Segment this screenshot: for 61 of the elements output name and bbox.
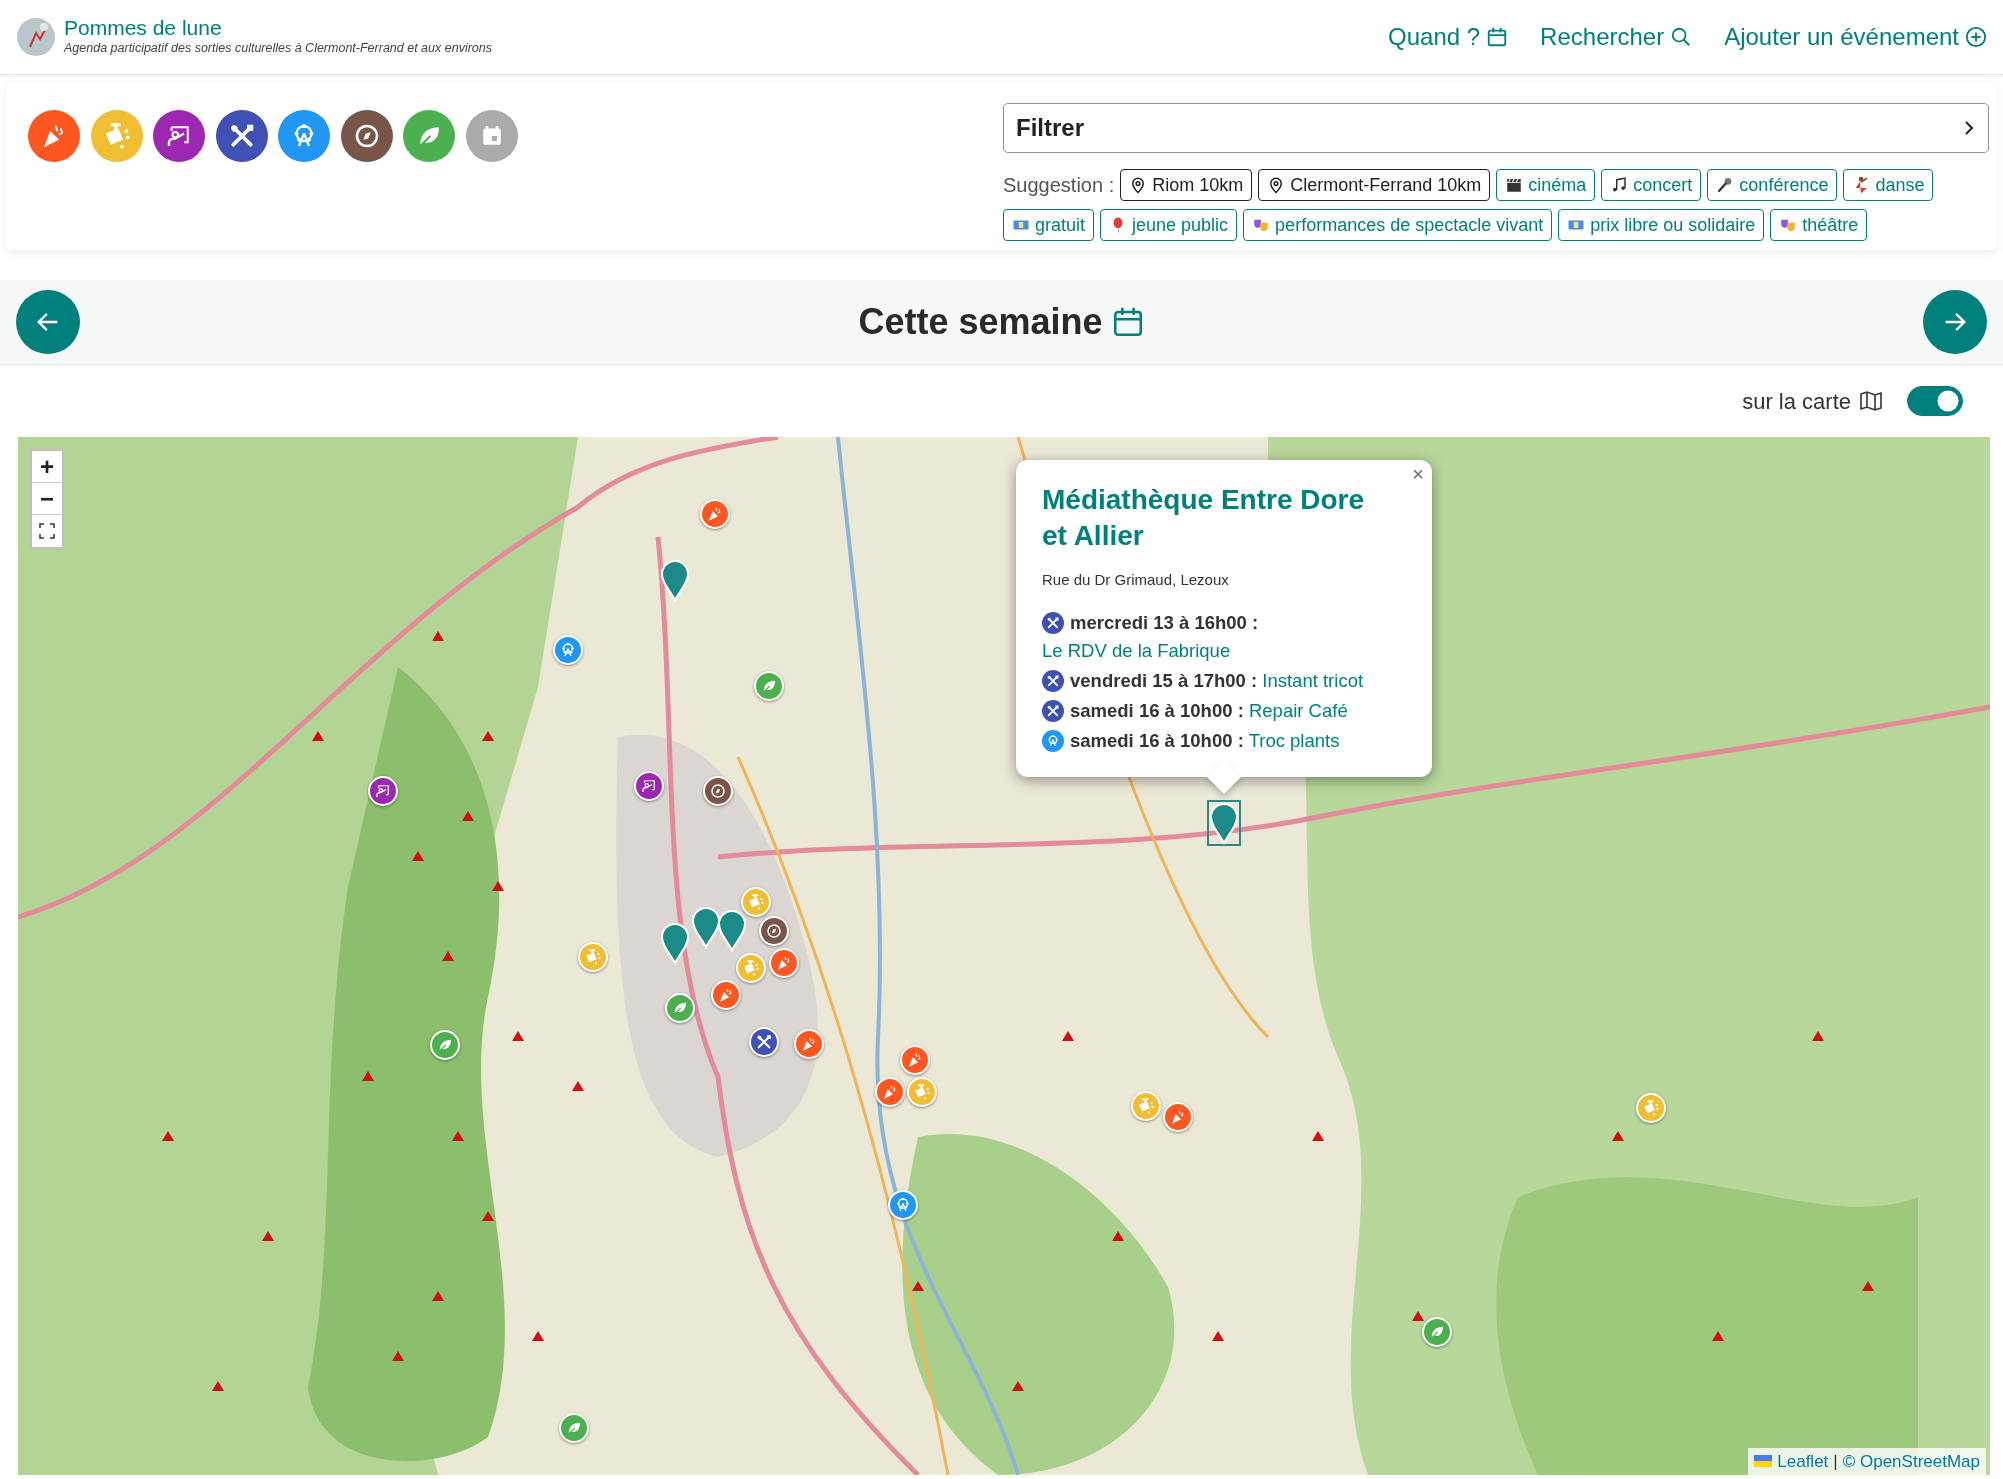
- music-note-icon: [1610, 176, 1629, 194]
- site-title[interactable]: Pommes de lune: [64, 16, 492, 40]
- map-pin[interactable]: [715, 907, 749, 953]
- openstreetmap-link[interactable]: © OpenStreetMap: [1842, 1448, 1980, 1474]
- tag-chip[interactable]: danse: [1843, 169, 1934, 201]
- nav-link[interactable]: Ajouter un événement: [1724, 19, 1987, 55]
- paint-bucket-icon: [913, 1083, 932, 1102]
- place-chip[interactable]: Riom 10km: [1120, 169, 1253, 201]
- filter-field[interactable]: Filtrer: [1003, 103, 1989, 153]
- logo-icon: [16, 17, 56, 57]
- paint-bucket-icon: [742, 959, 761, 978]
- search-icon: [1670, 26, 1693, 48]
- flag-icon: [1754, 1455, 1773, 1468]
- paint-bucket-icon: [747, 892, 766, 911]
- venue-title: Médiathèque Entre Dore et Allier: [1042, 483, 1366, 554]
- compass-icon: [708, 781, 727, 800]
- event-link[interactable]: Troc plants: [1248, 730, 1340, 752]
- leaflet-link[interactable]: Leaflet: [1777, 1448, 1829, 1474]
- week-title: Cette semaine: [858, 300, 1103, 344]
- tag-chip[interactable]: gratuit: [1003, 209, 1095, 241]
- suggestion-label: Suggestion :: [1003, 173, 1115, 198]
- paint-bucket-icon: [1136, 1097, 1155, 1116]
- event-time: mercredi 13 à 16h00 :: [1070, 612, 1259, 634]
- map-pin[interactable]: [1206, 799, 1241, 846]
- chevron-right-icon: [1962, 120, 1976, 136]
- event-time: samedi 16 à 10h00 :: [1070, 730, 1244, 752]
- add-icon: [1965, 26, 1987, 48]
- calendar-icon: [1486, 26, 1509, 48]
- tag-chip[interactable]: conférence: [1707, 169, 1838, 201]
- nav-link[interactable]: Rechercher: [1540, 19, 1693, 55]
- event-time: vendredi 15 à 17h00 :: [1070, 670, 1258, 692]
- place-chip[interactable]: Clermont-Ferrand 10km: [1258, 169, 1491, 201]
- event-link[interactable]: Repair Café: [1248, 700, 1348, 722]
- close-button[interactable]: ×: [1412, 464, 1424, 484]
- paint-bucket-icon: [1641, 1098, 1660, 1117]
- event-time: samedi 16 à 10h00 :: [1070, 700, 1244, 722]
- site-tagline: Agenda participatif des sorties culturelles à Clermont-Ferrand et aux environs: [64, 40, 492, 58]
- zoom-in-button[interactable]: +: [32, 451, 62, 483]
- category-button[interactable]: [278, 110, 330, 162]
- fullscreen-icon: [39, 523, 55, 539]
- map-toggle-label: sur la carte: [1742, 387, 1851, 416]
- tag-chip[interactable]: théâtre: [1770, 209, 1868, 241]
- map-toggle[interactable]: [1907, 386, 1963, 416]
- category-button[interactable]: [340, 110, 393, 162]
- tag-chip[interactable]: cinéma: [1496, 169, 1596, 201]
- clapper-icon: [1505, 176, 1524, 194]
- paint-bucket-icon: [583, 947, 602, 966]
- compass-icon: [765, 922, 784, 941]
- category-button[interactable]: [153, 110, 205, 162]
- separator: |: [1833, 1450, 1838, 1473]
- map-icon: [1859, 389, 1883, 413]
- event-link[interactable]: Instant tricot: [1262, 670, 1364, 692]
- tag-chip[interactable]: performances de spectacle vivant: [1243, 209, 1553, 241]
- category-button[interactable]: [28, 110, 80, 162]
- event-link[interactable]: Le RDV de la Fabrique: [1042, 640, 1231, 662]
- tag-chip[interactable]: prix libre ou solidaire: [1558, 209, 1765, 241]
- tag-chip[interactable]: jeune public: [1100, 209, 1238, 241]
- category-button[interactable]: [215, 110, 268, 162]
- venue-address: Rue du Dr Grimaud, Lezoux: [1042, 569, 1230, 590]
- nav-link[interactable]: Quand ?: [1388, 19, 1509, 55]
- tag-chip[interactable]: concert: [1601, 169, 1702, 201]
